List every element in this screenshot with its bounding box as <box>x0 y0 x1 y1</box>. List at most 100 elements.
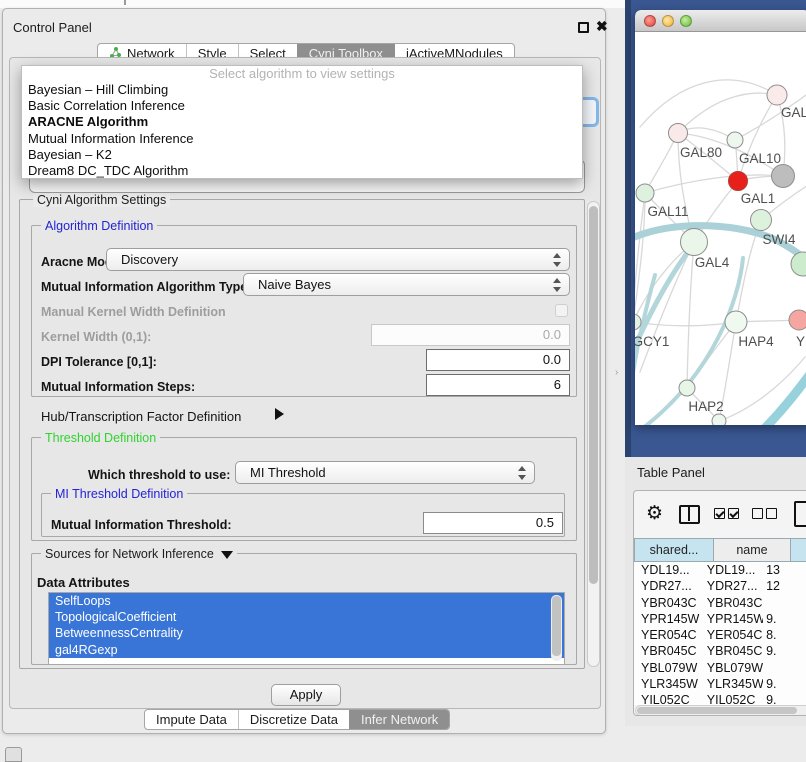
algorithm-option[interactable]: Bayesian – Hill Climbing <box>22 82 582 98</box>
attribute-item[interactable]: TopologicalCoefficient <box>49 609 564 625</box>
settings-scrollbar-thumb[interactable] <box>589 206 598 584</box>
tab-discretize-data[interactable]: Discretize Data <box>238 710 349 729</box>
network-node-gal11[interactable] <box>636 184 654 202</box>
attributes-scrollbar[interactable] <box>551 595 562 661</box>
network-node-gal4[interactable] <box>681 229 708 256</box>
apply-button[interactable]: Apply <box>271 684 341 706</box>
network-graph: GALGAL80GAL10GAL1GAL11SWI4GAL4GCY1HAP4YH… <box>635 32 806 425</box>
table-toolbar: ⚙ <box>634 491 806 538</box>
algorithm-option[interactable]: Dream8 DC_TDC Algorithm <box>22 163 582 179</box>
table-row[interactable]: YBL079WYBL079W <box>634 660 806 676</box>
data-attributes-list[interactable]: SelfLoopsTopologicalCoefficientBetweenne… <box>48 592 565 665</box>
data-attributes-label: Data Attributes <box>37 575 130 590</box>
algorithm-option[interactable]: Mutual Information Inference <box>22 131 582 147</box>
table-cell: YLR345W <box>634 676 700 692</box>
table-row[interactable]: YLR345WYLR345W9. <box>634 676 806 692</box>
mi-algorithm-type-select[interactable]: Naive Bayes <box>243 273 570 296</box>
network-edge[interactable] <box>687 242 694 388</box>
algorithm-option[interactable]: Basic Correlation Inference <box>22 98 582 114</box>
column-header[interactable]: name <box>714 538 791 562</box>
network-node-swi4[interactable] <box>751 210 772 231</box>
table-horizontal-scrollbar[interactable] <box>635 705 806 716</box>
mi-threshold-field[interactable]: 0.5 <box>423 512 563 534</box>
node-label: Y <box>796 334 805 349</box>
popup-placeholder: Select algorithm to view settings <box>22 66 582 82</box>
settings-scrollbar[interactable] <box>587 201 600 667</box>
table-row[interactable]: YPR145WYPR145W9. <box>634 611 806 627</box>
manual-kernel-checkbox[interactable] <box>555 304 568 317</box>
column-header[interactable]: shared... <box>634 538 714 562</box>
threshold-definition-title: Threshold Definition <box>41 431 160 445</box>
network-edge[interactable] <box>635 193 645 332</box>
network-node-y[interactable] <box>789 310 806 330</box>
gear-icon[interactable]: ⚙ <box>646 502 663 524</box>
new-table-icon[interactable] <box>794 501 806 527</box>
kernel-width-field[interactable]: 0.0 <box>371 324 570 346</box>
network-node[interactable] <box>712 414 726 425</box>
table-row[interactable]: YIL052CYIL052C9. <box>634 692 806 705</box>
data-attributes-items: SelfLoopsTopologicalCoefficientBetweenne… <box>49 593 564 658</box>
network-node-gal1[interactable] <box>729 172 748 191</box>
table-cell: 8. <box>763 627 806 643</box>
tab-impute-data[interactable]: Impute Data <box>145 710 238 729</box>
columns-icon[interactable] <box>679 505 700 524</box>
attributes-scrollbar-thumb[interactable] <box>552 596 561 656</box>
close-icon[interactable]: ✖ <box>596 18 608 35</box>
network-node[interactable] <box>791 252 806 276</box>
network-node-hap2[interactable] <box>679 380 695 396</box>
network-edge[interactable] <box>635 322 736 326</box>
table-cell: 12 <box>763 578 806 594</box>
table-row[interactable]: YBR043CYBR043C <box>634 595 806 611</box>
aracne-mode-select[interactable]: Discovery <box>106 248 570 271</box>
which-threshold-select[interactable]: MI Threshold <box>235 461 535 484</box>
attribute-item[interactable]: gal4RGexp <box>49 642 564 658</box>
select-columns-icon[interactable] <box>714 508 739 519</box>
attribute-item[interactable]: BetweennessCentrality <box>49 625 564 641</box>
minimize-traffic-light-icon[interactable] <box>662 15 674 27</box>
node-label: GAL11 <box>647 204 688 219</box>
zoom-traffic-light-icon[interactable] <box>680 15 692 27</box>
table-hscrollbar-thumb[interactable] <box>637 707 797 714</box>
minimized-panel-icon[interactable] <box>5 747 22 762</box>
network-edge[interactable] <box>678 93 777 133</box>
tab-infer-network[interactable]: Infer Network <box>349 710 449 729</box>
attribute-item[interactable]: SelfLoops <box>49 593 564 609</box>
algorithm-option[interactable]: Bayesian – K2 <box>22 147 582 163</box>
tab-label: Discretize Data <box>250 712 338 727</box>
table-cell: YPR145W <box>700 611 763 627</box>
network-window-titlebar[interactable] <box>635 10 806 32</box>
unselect-columns-icon[interactable] <box>752 508 777 519</box>
table-row[interactable]: YDL19...YDL19...13 <box>634 562 806 578</box>
network-edge[interactable] <box>719 357 805 421</box>
close-traffic-light-icon[interactable] <box>644 15 656 27</box>
network-edge[interactable] <box>645 133 678 193</box>
network-edge[interactable] <box>640 80 777 127</box>
network-node-hap4[interactable] <box>725 311 747 333</box>
expand-arrow-icon[interactable] <box>275 408 284 420</box>
table-cell: 9. <box>763 692 806 705</box>
network-node[interactable] <box>772 165 795 188</box>
network-node-gal[interactable] <box>767 85 787 105</box>
collapse-arrow-icon[interactable] <box>221 551 233 559</box>
table-row[interactable]: YBR045CYBR045C9. <box>634 643 806 659</box>
network-node-gal10[interactable] <box>727 132 743 148</box>
algorithm-option[interactable]: ARACNE Algorithm <box>22 114 582 130</box>
splitter-handle[interactable]: › <box>615 368 623 378</box>
mi-steps-field[interactable]: 6 <box>426 374 570 396</box>
node-label: HAP4 <box>738 334 774 349</box>
column-header[interactable]: A <box>791 538 806 562</box>
table-row[interactable]: YER054CYER054C8. <box>634 627 806 643</box>
table-cell: YBR043C <box>634 595 700 611</box>
network-node-gal80[interactable] <box>669 124 688 143</box>
algorithm-popup-list: Bayesian – Hill ClimbingBasic Correlatio… <box>22 82 582 179</box>
table-cell <box>763 595 806 611</box>
dpi-tolerance-field[interactable]: 0.0 <box>426 349 570 371</box>
mi-type-value: Naive Bayes <box>258 277 331 292</box>
table-panel-body: ⚙ shared...nameA YDL19...YDL19...13YDR27… <box>633 490 806 716</box>
float-window-icon[interactable] <box>578 22 589 33</box>
network-canvas[interactable]: GALGAL80GAL10GAL1GAL11SWI4GAL4GCY1HAP4YH… <box>635 32 806 425</box>
checked-box-icon <box>728 508 739 519</box>
stepper-arrows-icon <box>518 466 526 480</box>
network-view-window: GALGAL80GAL10GAL1GAL11SWI4GAL4GCY1HAP4YH… <box>635 10 806 425</box>
table-row[interactable]: YDR27...YDR27...12 <box>634 578 806 594</box>
